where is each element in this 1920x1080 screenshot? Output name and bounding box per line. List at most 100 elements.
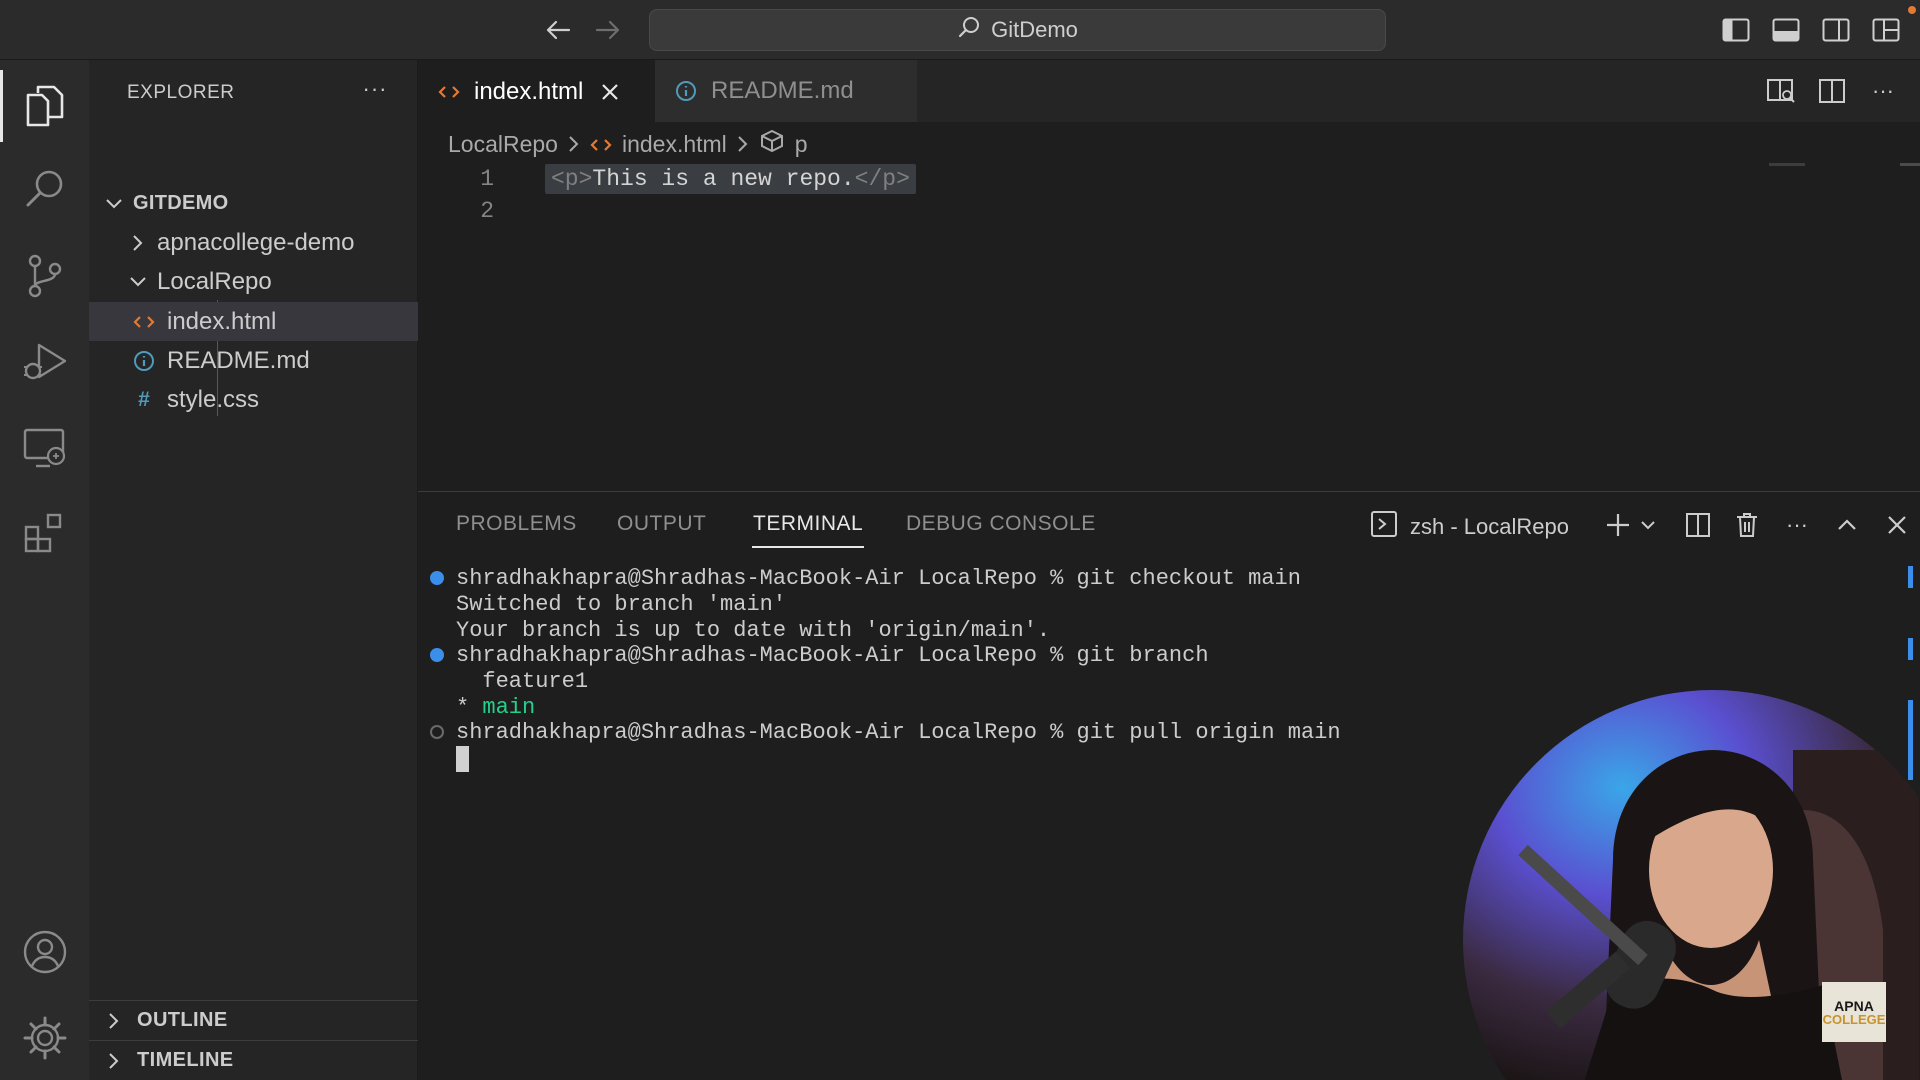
tab-index-html[interactable]: index.html — [418, 60, 655, 122]
toggle-secondary-sidebar-icon[interactable] — [1820, 14, 1852, 46]
apna-college-logo: APNA COLLEGE — [1822, 982, 1886, 1042]
breadcrumb-item[interactable]: LocalRepo — [448, 131, 558, 158]
command-running-decoration[interactable] — [430, 725, 444, 739]
chevron-right-icon — [568, 135, 580, 153]
code-text: This is a new repo. — [592, 166, 855, 192]
chevron-down-icon — [103, 193, 125, 215]
terminal-line: shradhakhapra@Shradhas-MacBook-Air Local… — [456, 565, 1301, 591]
code-line: 2 — [418, 195, 494, 227]
breadcrumb-item[interactable]: p — [795, 131, 808, 158]
minimap[interactable] — [1769, 163, 1805, 166]
command-success-decoration[interactable] — [430, 648, 444, 662]
remote-explorer-icon[interactable] — [0, 412, 89, 484]
forward-arrow-icon[interactable] — [590, 12, 626, 48]
more-actions-icon[interactable]: ··· — [1780, 508, 1814, 542]
symbol-element-icon — [759, 129, 785, 159]
file-label: style.css — [167, 385, 260, 413]
current-branch-marker: * — [456, 694, 483, 720]
terminal-line: feature1 — [456, 668, 589, 694]
breadcrumb-item[interactable]: index.html — [622, 131, 727, 158]
settings-gear-icon[interactable] — [0, 1002, 89, 1074]
terminal-line: shradhakhapra@Shradhas-MacBook-Air Local… — [456, 642, 1209, 668]
command-success-decoration[interactable] — [430, 571, 444, 585]
chevron-right-icon — [103, 1050, 125, 1072]
more-actions-icon[interactable]: ··· — [1866, 74, 1900, 108]
folder-label: LocalRepo — [157, 267, 272, 295]
info-icon — [133, 350, 155, 372]
logo-text-line1: APNA — [1834, 997, 1874, 1014]
command-center-search[interactable]: GitDemo — [649, 9, 1386, 51]
trash-icon[interactable] — [1730, 508, 1764, 542]
close-icon[interactable] — [601, 83, 619, 101]
tab-terminal[interactable]: TERMINAL — [753, 512, 863, 536]
split-terminal-icon[interactable] — [1681, 508, 1715, 542]
timeline-label: TIMELINE — [137, 1049, 234, 1071]
line-number: 2 — [480, 198, 494, 224]
open-preview-icon[interactable] — [1764, 74, 1798, 108]
terminal-scrollbar-mark — [1908, 638, 1913, 660]
terminal-line: shradhakhapra@Shradhas-MacBook-Air Local… — [456, 719, 1341, 745]
terminal-icon — [1370, 510, 1398, 544]
chevron-down-icon[interactable] — [1631, 508, 1665, 542]
code-line: 1 <p>This is a new repo.</p> — [418, 163, 1920, 195]
tab-label: index.html — [474, 77, 584, 105]
file-index-html[interactable]: index.html — [89, 302, 418, 341]
open-tag: <p> — [551, 166, 593, 192]
editor-tabs: index.html README.md ··· — [418, 60, 1920, 122]
customize-layout-icon[interactable] — [1870, 14, 1902, 46]
file-label: README.md — [167, 346, 310, 374]
outline-section[interactable]: OUTLINE — [89, 1000, 418, 1040]
css-icon: # — [138, 387, 150, 411]
file-style-css[interactable]: # style.css — [89, 380, 418, 419]
terminal-line: * main — [456, 694, 535, 720]
terminal-line: Switched to branch 'main' — [456, 591, 787, 617]
back-arrow-icon[interactable] — [540, 12, 576, 48]
tab-readme-md[interactable]: README.md — [655, 60, 917, 122]
new-terminal-plus-icon[interactable] — [1601, 508, 1635, 542]
tab-problems[interactable]: PROBLEMS — [456, 512, 577, 536]
breadcrumb: LocalRepo index.html p — [448, 128, 808, 160]
tab-output[interactable]: OUTPUT — [617, 512, 706, 536]
extensions-icon[interactable] — [0, 498, 89, 570]
terminal-name: zsh - LocalRepo — [1410, 514, 1569, 539]
terminal-line: Your branch is up to date with 'origin/m… — [456, 617, 1051, 643]
terminal-selector[interactable]: zsh - LocalRepo — [1370, 510, 1569, 544]
split-editor-icon[interactable] — [1815, 74, 1849, 108]
folder-label: apnacollege-demo — [157, 228, 355, 256]
run-debug-icon[interactable] — [0, 326, 89, 398]
chevron-down-icon — [127, 271, 149, 293]
active-tab-indicator — [752, 546, 864, 548]
explorer-icon[interactable] — [0, 70, 89, 142]
folder-apnacollege-demo[interactable]: apnacollege-demo — [89, 223, 418, 262]
close-icon[interactable] — [1880, 508, 1914, 542]
chevron-right-icon — [127, 232, 149, 254]
info-icon — [675, 80, 697, 102]
toggle-primary-sidebar-icon[interactable] — [1720, 14, 1752, 46]
title-bar: GitDemo — [0, 0, 1920, 60]
logo-text-line2: COLLEGE — [1822, 1011, 1886, 1027]
code-editor[interactable]: 1 <p>This is a new repo.</p> 2 — [418, 160, 1920, 490]
terminal-cursor — [456, 746, 469, 772]
toggle-panel-icon[interactable] — [1770, 14, 1802, 46]
accounts-icon[interactable] — [0, 916, 89, 988]
outline-label: OUTLINE — [137, 1009, 228, 1031]
file-label: index.html — [167, 307, 277, 335]
editor-scrollbar[interactable] — [1900, 163, 1920, 166]
window-title: GitDemo — [991, 17, 1078, 42]
more-actions-icon[interactable]: ··· — [357, 74, 393, 104]
folder-root-gitdemo[interactable]: GITDEMO — [89, 184, 418, 223]
explorer-sidebar: EXPLORER ··· GITDEMO apnacollege-demo Lo… — [89, 60, 418, 1080]
html-icon — [133, 315, 155, 329]
timeline-section[interactable]: TIMELINE — [89, 1040, 418, 1080]
maximize-panel-chevron-up-icon[interactable] — [1830, 508, 1864, 542]
folder-localrepo[interactable]: LocalRepo — [89, 262, 418, 301]
file-readme-md[interactable]: README.md — [89, 341, 418, 380]
line-number: 1 — [480, 166, 494, 192]
search-icon[interactable] — [0, 153, 89, 225]
tab-debug-console[interactable]: DEBUG CONSOLE — [906, 512, 1096, 536]
terminal-scrollbar-mark — [1908, 566, 1913, 588]
html-icon — [590, 131, 612, 158]
source-control-icon[interactable] — [0, 240, 89, 312]
notification-dot — [1908, 6, 1916, 14]
chevron-right-icon — [737, 135, 749, 153]
